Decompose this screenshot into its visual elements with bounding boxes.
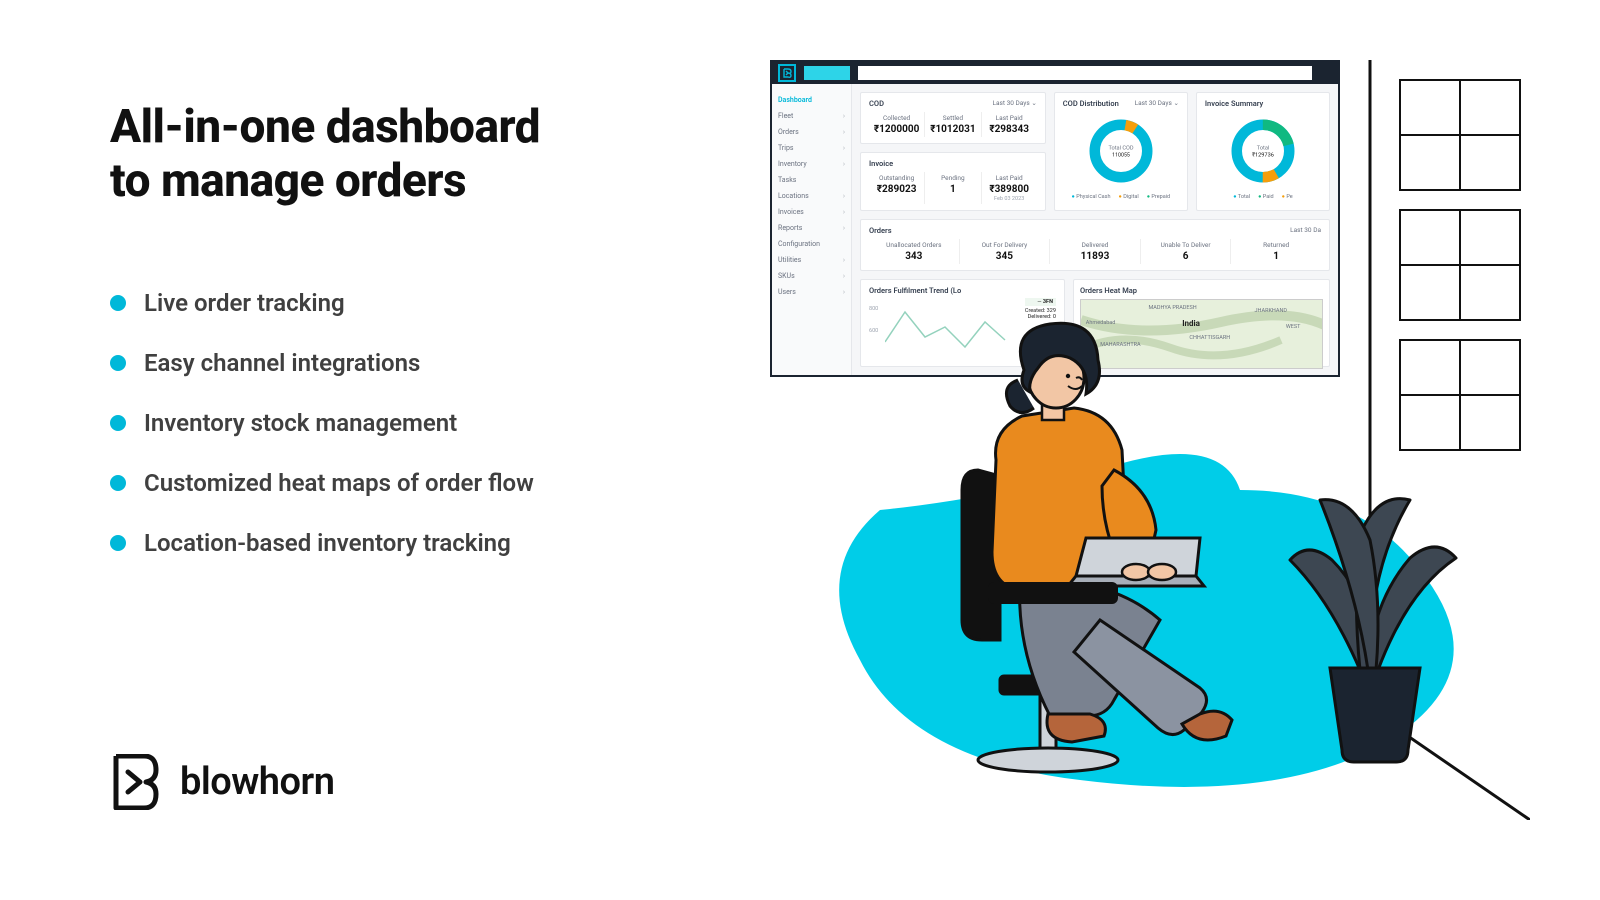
sidebar-item-dashboard[interactable]: Dashboard	[778, 92, 845, 108]
svg-text:₹129736: ₹129736	[1252, 152, 1274, 158]
orders-card: Orders Last 30 Da Unallocated Orders343 …	[860, 219, 1330, 271]
bullet-icon	[110, 535, 126, 551]
sidebar-item-inventory[interactable]: Inventory›	[778, 156, 845, 172]
sidebar-item-tasks[interactable]: Tasks	[778, 172, 845, 188]
invoice-summary-card: Invoice Summary Total ₹129736	[1196, 92, 1330, 211]
svg-text:Total: Total	[1257, 145, 1270, 151]
donut-chart-icon: Total ₹129736	[1228, 116, 1298, 186]
feature-item: Easy channel integrations	[110, 349, 670, 377]
svg-text:110055: 110055	[1112, 152, 1130, 158]
dash-topbar	[772, 62, 1338, 84]
cod-filter[interactable]: Last 30 Days ⌄	[992, 99, 1036, 107]
donut-chart-icon: Total COD 110055	[1086, 116, 1156, 186]
trend-title: Orders Fulfilment Trend (Lo	[869, 286, 1056, 295]
orders-title: Orders	[869, 226, 1321, 235]
inv-sum-title: Invoice Summary	[1205, 99, 1321, 108]
cod-distribution-card: COD Distribution Last 30 Days ⌄ Total CO…	[1054, 92, 1188, 211]
feature-item: Location-based inventory tracking	[110, 529, 670, 557]
feature-item: Inventory stock management	[110, 409, 670, 437]
sidebar-item-utilities[interactable]: Utilities›	[778, 252, 845, 268]
dash-active-tab[interactable]	[804, 66, 850, 80]
brand: blowhorn	[110, 754, 334, 810]
page-headline: All-in-one dashboard to manage orders	[110, 100, 670, 209]
invoice-card: Invoice Outstanding₹289023 Pending1 Last…	[860, 152, 1046, 211]
orders-filter[interactable]: Last 30 Da	[1290, 226, 1321, 234]
sidebar-item-users[interactable]: Users›	[778, 284, 845, 300]
dash-logo-icon	[778, 64, 796, 82]
feature-item: Customized heat maps of order flow	[110, 469, 670, 497]
feature-item: Live order tracking	[110, 289, 670, 317]
cod-card: COD Last 30 Days ⌄ Collected₹1200000 Set…	[860, 92, 1046, 144]
bullet-icon	[110, 415, 126, 431]
sidebar-item-configuration[interactable]: Configuration	[778, 236, 845, 252]
bullet-icon	[110, 475, 126, 491]
svg-text:Total COD: Total COD	[1108, 145, 1133, 151]
bullet-icon	[110, 355, 126, 371]
sidebar-item-reports[interactable]: Reports›	[778, 220, 845, 236]
sidebar-item-locations[interactable]: Locations›	[778, 188, 845, 204]
dash-search-input[interactable]	[858, 66, 1312, 80]
cod-dist-filter[interactable]: Last 30 Days ⌄	[1135, 99, 1179, 107]
sidebar-item-fleet[interactable]: Fleet›	[778, 108, 845, 124]
sidebar-item-orders[interactable]: Orders›	[778, 124, 845, 140]
sidebar-item-trips[interactable]: Trips›	[778, 140, 845, 156]
person-illustration	[900, 320, 1240, 800]
bullet-icon	[110, 295, 126, 311]
invoice-title: Invoice	[869, 159, 1037, 168]
brand-name: blowhorn	[180, 760, 334, 804]
sidebar-item-skus[interactable]: SKUs›	[778, 268, 845, 284]
plant-illustration	[1260, 440, 1480, 780]
dash-sidebar: Dashboard Fleet› Orders› Trips› Inventor…	[772, 84, 852, 375]
heatmap-title: Orders Heat Map	[1080, 286, 1323, 295]
brand-logo-icon	[110, 754, 162, 810]
sidebar-item-invoices[interactable]: Invoices›	[778, 204, 845, 220]
